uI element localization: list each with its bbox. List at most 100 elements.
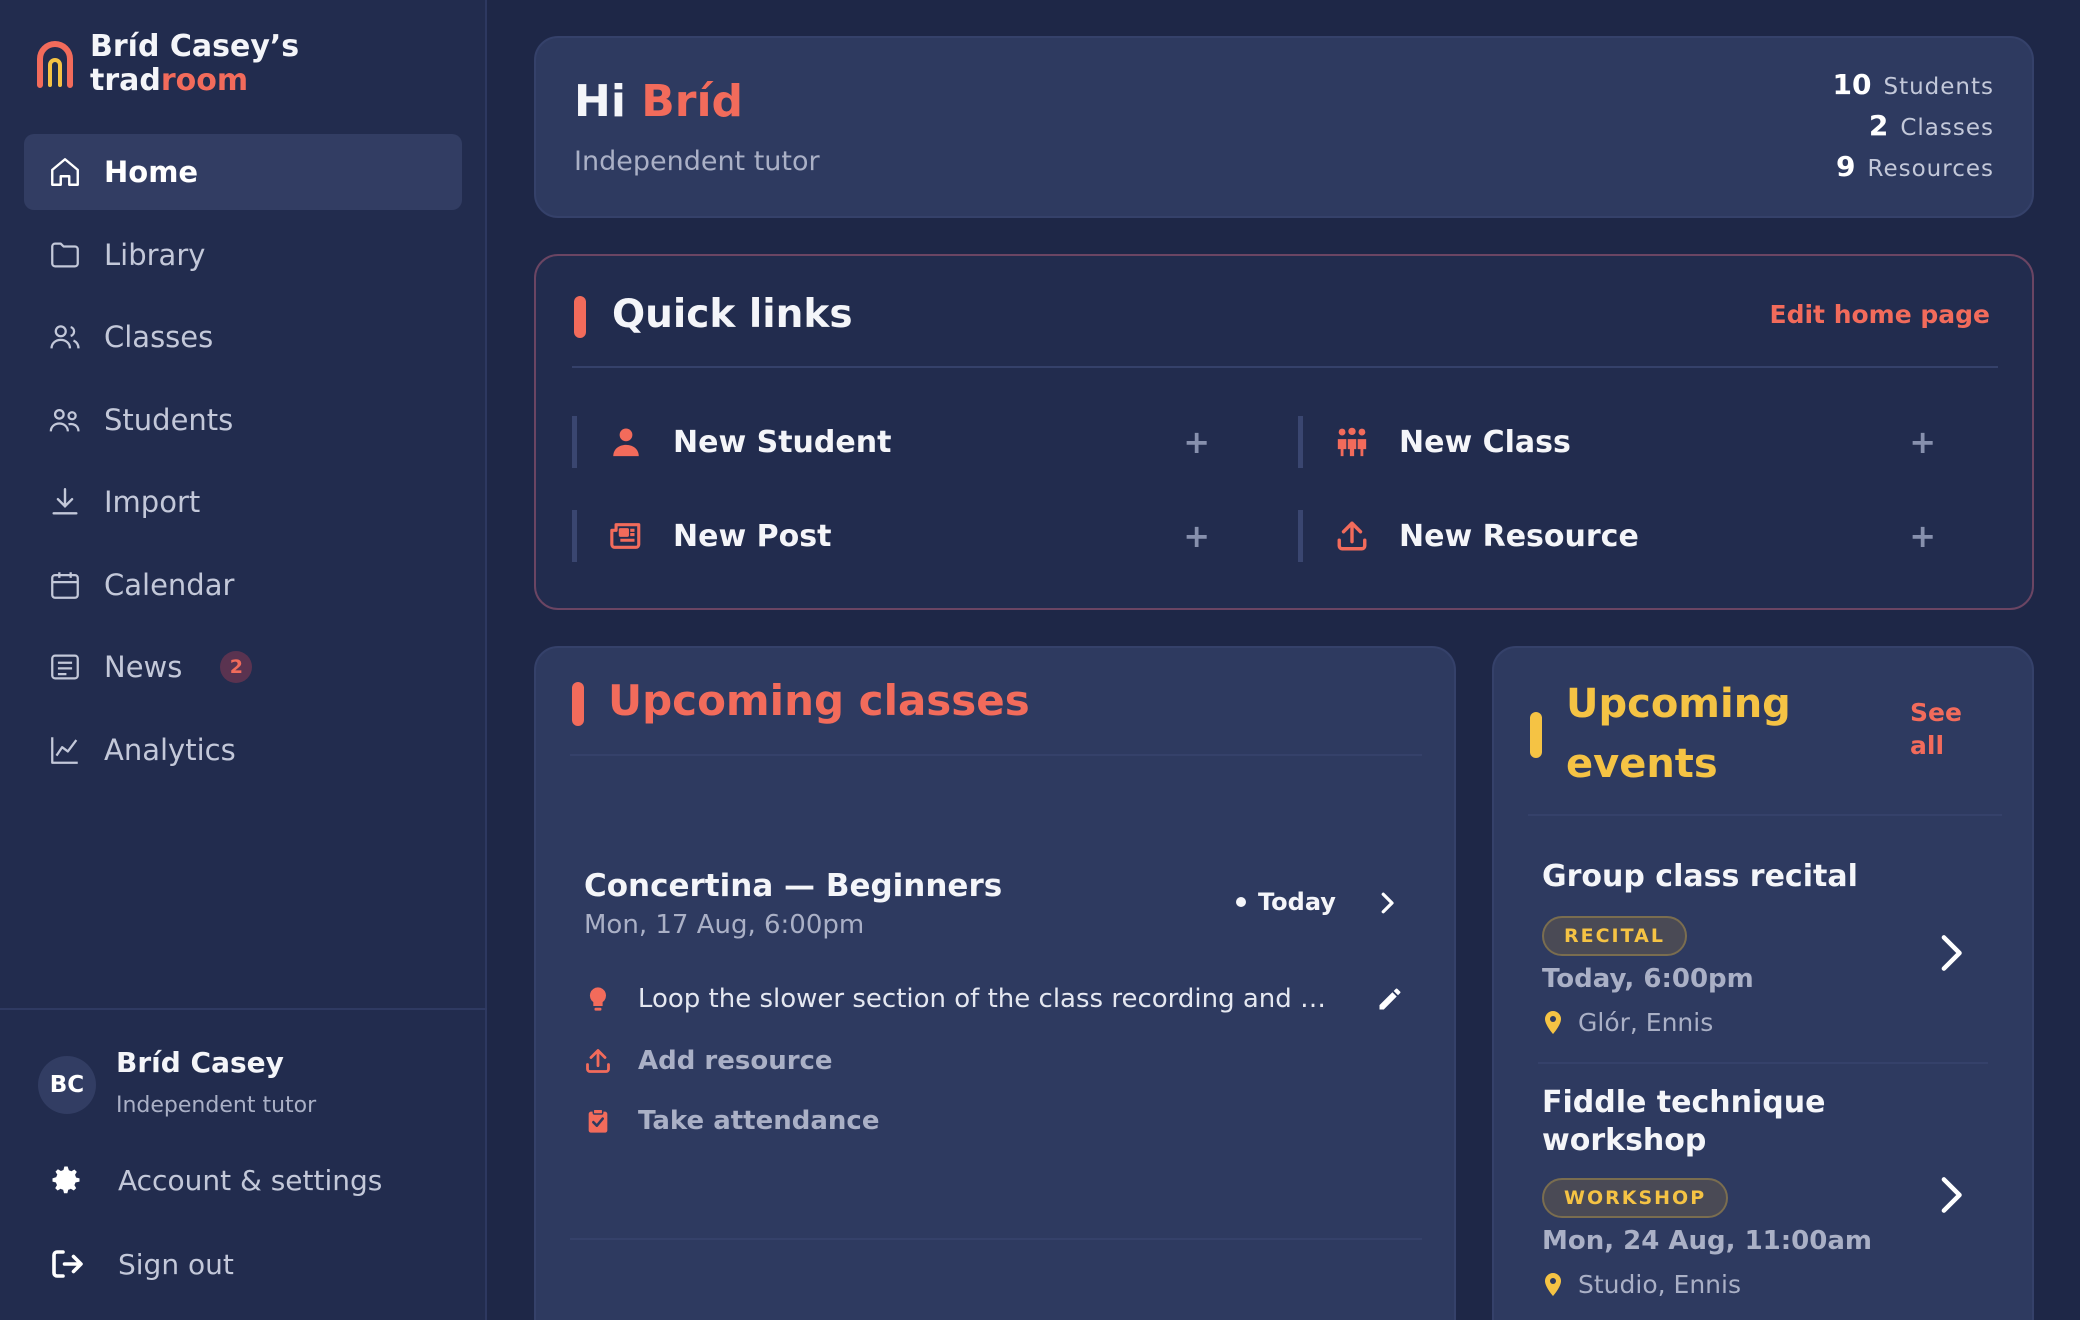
arch-logo-icon	[37, 41, 73, 88]
clipboard-check-icon	[588, 1108, 608, 1133]
sidebar-item-home[interactable]: Home	[24, 134, 462, 210]
sidebar-item-label: Analytics	[104, 732, 236, 767]
map-pin-icon	[1545, 1272, 1561, 1296]
chevron-right-icon[interactable]	[1934, 1172, 1968, 1218]
stat-number: 10	[1832, 68, 1872, 101]
plus-icon: +	[1183, 517, 1210, 555]
stat-classes[interactable]: 2 Classes	[1833, 109, 1995, 150]
sidebar-item-news[interactable]: News 2	[24, 629, 462, 705]
person-icon	[613, 428, 639, 457]
pencil-icon[interactable]	[1376, 985, 1404, 1013]
sidebar-item-label: Calendar	[104, 567, 235, 602]
news-count-badge: 2	[220, 651, 253, 683]
sidebar-divider	[0, 1008, 487, 1010]
brand-room: room	[160, 63, 249, 98]
chevron-right-icon[interactable]	[1372, 888, 1402, 918]
plus-icon: +	[1909, 423, 1936, 461]
section-accent-bar	[572, 682, 584, 726]
folder-icon	[51, 242, 79, 267]
brand-line2: tradroom	[90, 64, 299, 98]
greeting-name: Bríd	[641, 76, 744, 127]
chevron-right-icon[interactable]	[1934, 930, 1968, 976]
lightbulb-icon	[589, 987, 607, 1011]
download-icon	[52, 488, 78, 515]
add-resource-action[interactable]: Add resource	[584, 1046, 1404, 1076]
quick-link-new-post[interactable]: New Post +	[572, 510, 1258, 562]
sidebar-item-library[interactable]: Library	[24, 217, 462, 293]
quick-link-label: New Class	[1399, 424, 1571, 460]
take-attendance-action[interactable]: Take attendance	[584, 1106, 1404, 1136]
brand-trad: trad	[90, 63, 161, 98]
sidebar-item-label: Students	[104, 402, 234, 437]
add-resource-label: Add resource	[638, 1046, 833, 1076]
section-divider	[1528, 814, 2002, 816]
account-settings-link[interactable]: Account & settings	[48, 1162, 382, 1198]
class-note: Loop the slower section of the class rec…	[584, 984, 1404, 1014]
status-text: Today	[1258, 888, 1336, 916]
user-profile[interactable]: BC Bríd Casey Independent tutor	[38, 1044, 316, 1118]
sidebar-item-label: Home	[104, 155, 199, 189]
sidebar-item-label: Classes	[104, 320, 214, 354]
section-accent-bar	[574, 296, 586, 338]
gear-icon	[52, 1166, 80, 1194]
event-location: Studio, Ennis	[1542, 1270, 1741, 1299]
quick-link-label: New Resource	[1399, 518, 1639, 554]
greeting: Hi Bríd	[574, 76, 743, 127]
quick-link-new-class[interactable]: New Class +	[1298, 416, 1984, 468]
map-pin-icon	[1545, 1010, 1561, 1034]
quick-link-label: New Post	[673, 518, 832, 554]
event-location-text: Studio, Ennis	[1578, 1270, 1741, 1299]
see-all-link[interactable]: See all	[1910, 696, 1970, 762]
sidebar-item-calendar[interactable]: Calendar	[24, 547, 462, 623]
brand-line1: Bríd Casey’s	[90, 29, 300, 64]
newspaper-icon	[610, 523, 641, 549]
section-divider	[570, 1238, 1422, 1240]
profile-text: Bríd Casey Independent tutor	[116, 1044, 316, 1118]
news-icon	[51, 654, 79, 680]
quick-link-label: New Student	[673, 424, 892, 460]
upcoming-events-title: Upcoming events	[1566, 681, 1791, 787]
edit-home-page-link[interactable]: Edit home page	[1770, 300, 1991, 329]
sidebar-item-label: News	[104, 650, 183, 684]
avatar: BC	[38, 1056, 96, 1114]
students-icon	[49, 408, 80, 431]
sidebar-item-import[interactable]: Import	[24, 464, 462, 540]
quick-links-divider	[572, 366, 1998, 368]
sign-out-link[interactable]: Sign out	[48, 1246, 234, 1282]
profile-role: Independent tutor	[116, 1093, 317, 1118]
stat-label: Students	[1883, 74, 1994, 100]
stat-students[interactable]: 10 Students	[1833, 68, 1995, 109]
quick-link-new-resource[interactable]: New Resource +	[1298, 510, 1984, 562]
sign-out-label: Sign out	[118, 1247, 234, 1281]
plus-icon: +	[1909, 517, 1936, 555]
section-divider	[570, 754, 1422, 756]
chart-icon	[51, 736, 78, 764]
status-badge: Today	[1236, 888, 1336, 916]
stat-number: 9	[1836, 150, 1856, 183]
event-name[interactable]: Group class recital	[1542, 858, 1902, 896]
sidebar-item-analytics[interactable]: Analytics	[24, 712, 462, 788]
welcome-card: Hi Bríd Independent tutor 10 Students 2 Cl…	[534, 36, 2034, 218]
stats-summary: 10 Students 2 Classes 9 Resources	[1833, 68, 1995, 191]
take-attendance-label: Take attendance	[638, 1106, 880, 1136]
upload-icon	[1337, 521, 1367, 551]
stat-resources[interactable]: 9 Resources	[1833, 150, 1995, 191]
home-icon	[51, 158, 79, 186]
event-time: Mon, 24 Aug, 11:00am	[1542, 1226, 1872, 1256]
sidebar-item-classes[interactable]: Classes	[24, 299, 462, 375]
greeting-subtitle: Independent tutor	[574, 146, 820, 177]
brand[interactable]: Bríd Casey’s tradroom	[36, 30, 299, 98]
upcoming-classes-card: Upcoming classes Concertina — Beginners …	[534, 646, 1456, 1320]
event-location-text: Glór, Ennis	[1578, 1008, 1714, 1037]
stat-number: 2	[1868, 109, 1889, 142]
profile-name: Bríd Casey	[116, 1046, 284, 1079]
brand-name: Bríd Casey’s tradroom	[90, 30, 299, 98]
quick-link-new-student[interactable]: New Student +	[572, 416, 1258, 468]
sidebar-item-students[interactable]: Students	[24, 382, 462, 458]
class-name[interactable]: Concertina — Beginners	[584, 868, 1002, 904]
group-icon	[1337, 427, 1367, 457]
event-name[interactable]: Fiddle technique workshop	[1542, 1084, 1902, 1160]
sidebar: Bríd Casey’s tradroom Home Library Class…	[0, 0, 487, 1320]
users-icon	[50, 325, 80, 349]
upcoming-events-card: Upcoming events See all Group class reci…	[1492, 646, 2034, 1320]
